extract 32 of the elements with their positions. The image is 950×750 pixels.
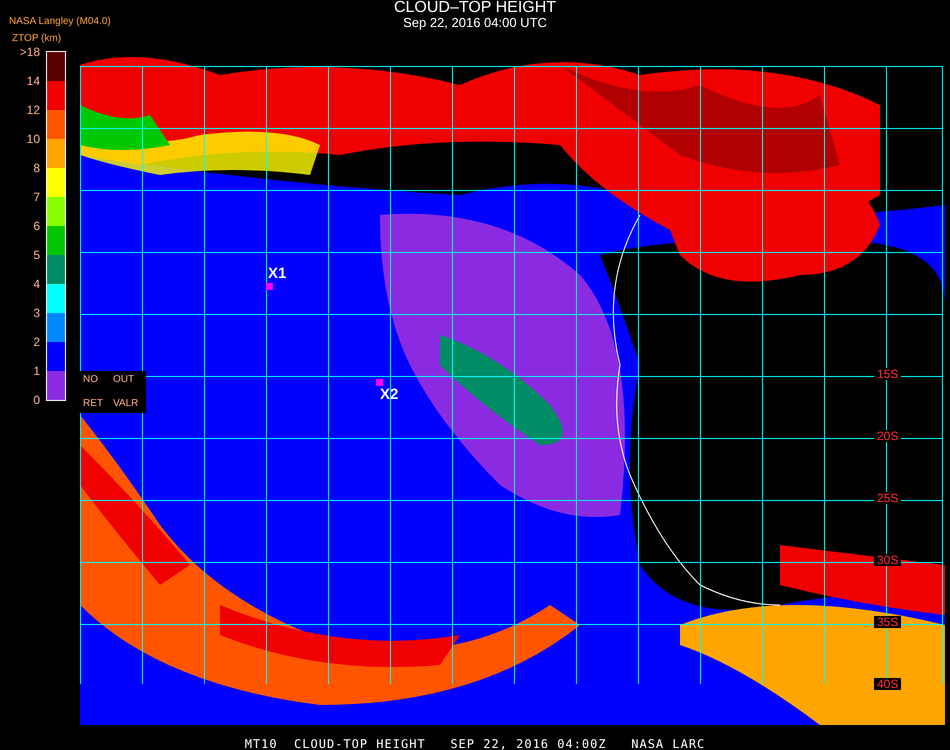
- latitude-label: 15S: [874, 368, 902, 380]
- scale-label: 8: [33, 162, 40, 174]
- chart-title: CLOUD–TOP HEIGHT: [394, 0, 556, 15]
- scale-label: 2: [33, 336, 40, 348]
- unit-label: ZTOP (km): [12, 32, 62, 46]
- latitude-label: 30S: [874, 554, 902, 566]
- scale-label: 1: [33, 365, 40, 377]
- key-label: NO: [83, 374, 98, 385]
- latitude-label: 20S: [874, 430, 902, 442]
- chart-subtitle: Sep 22, 2016 04:00 UTC: [403, 15, 547, 30]
- scale-label: >18: [20, 46, 40, 58]
- marker-label: X1: [268, 266, 286, 282]
- key-label: RET: [83, 398, 103, 409]
- scale-label: 12: [26, 104, 40, 116]
- scale-label: 10: [26, 133, 40, 145]
- scale-label: 3: [33, 307, 40, 319]
- scale-label: 6: [33, 220, 40, 232]
- footer-caption: MT10 CLOUD-TOP HEIGHT SEP 22, 2016 04:00Z NASA LARC: [244, 736, 706, 750]
- key-label: VALR: [113, 398, 138, 409]
- latitude-label: 35S: [874, 616, 902, 628]
- scale-label: 4: [33, 278, 40, 290]
- scale-label: 0: [33, 394, 40, 406]
- scale-label: 5: [33, 249, 40, 261]
- marker-square: [266, 283, 273, 290]
- scale-label: 14: [26, 75, 40, 87]
- legend-key-panel: [80, 371, 146, 413]
- key-label: OUT: [113, 374, 134, 385]
- marker-square: [376, 379, 383, 386]
- latitude-label: 25S: [874, 492, 902, 504]
- scale-label: 7: [33, 191, 40, 203]
- source-label: NASA Langley (M04.0): [9, 15, 111, 29]
- latitude-label: 40S: [874, 678, 902, 690]
